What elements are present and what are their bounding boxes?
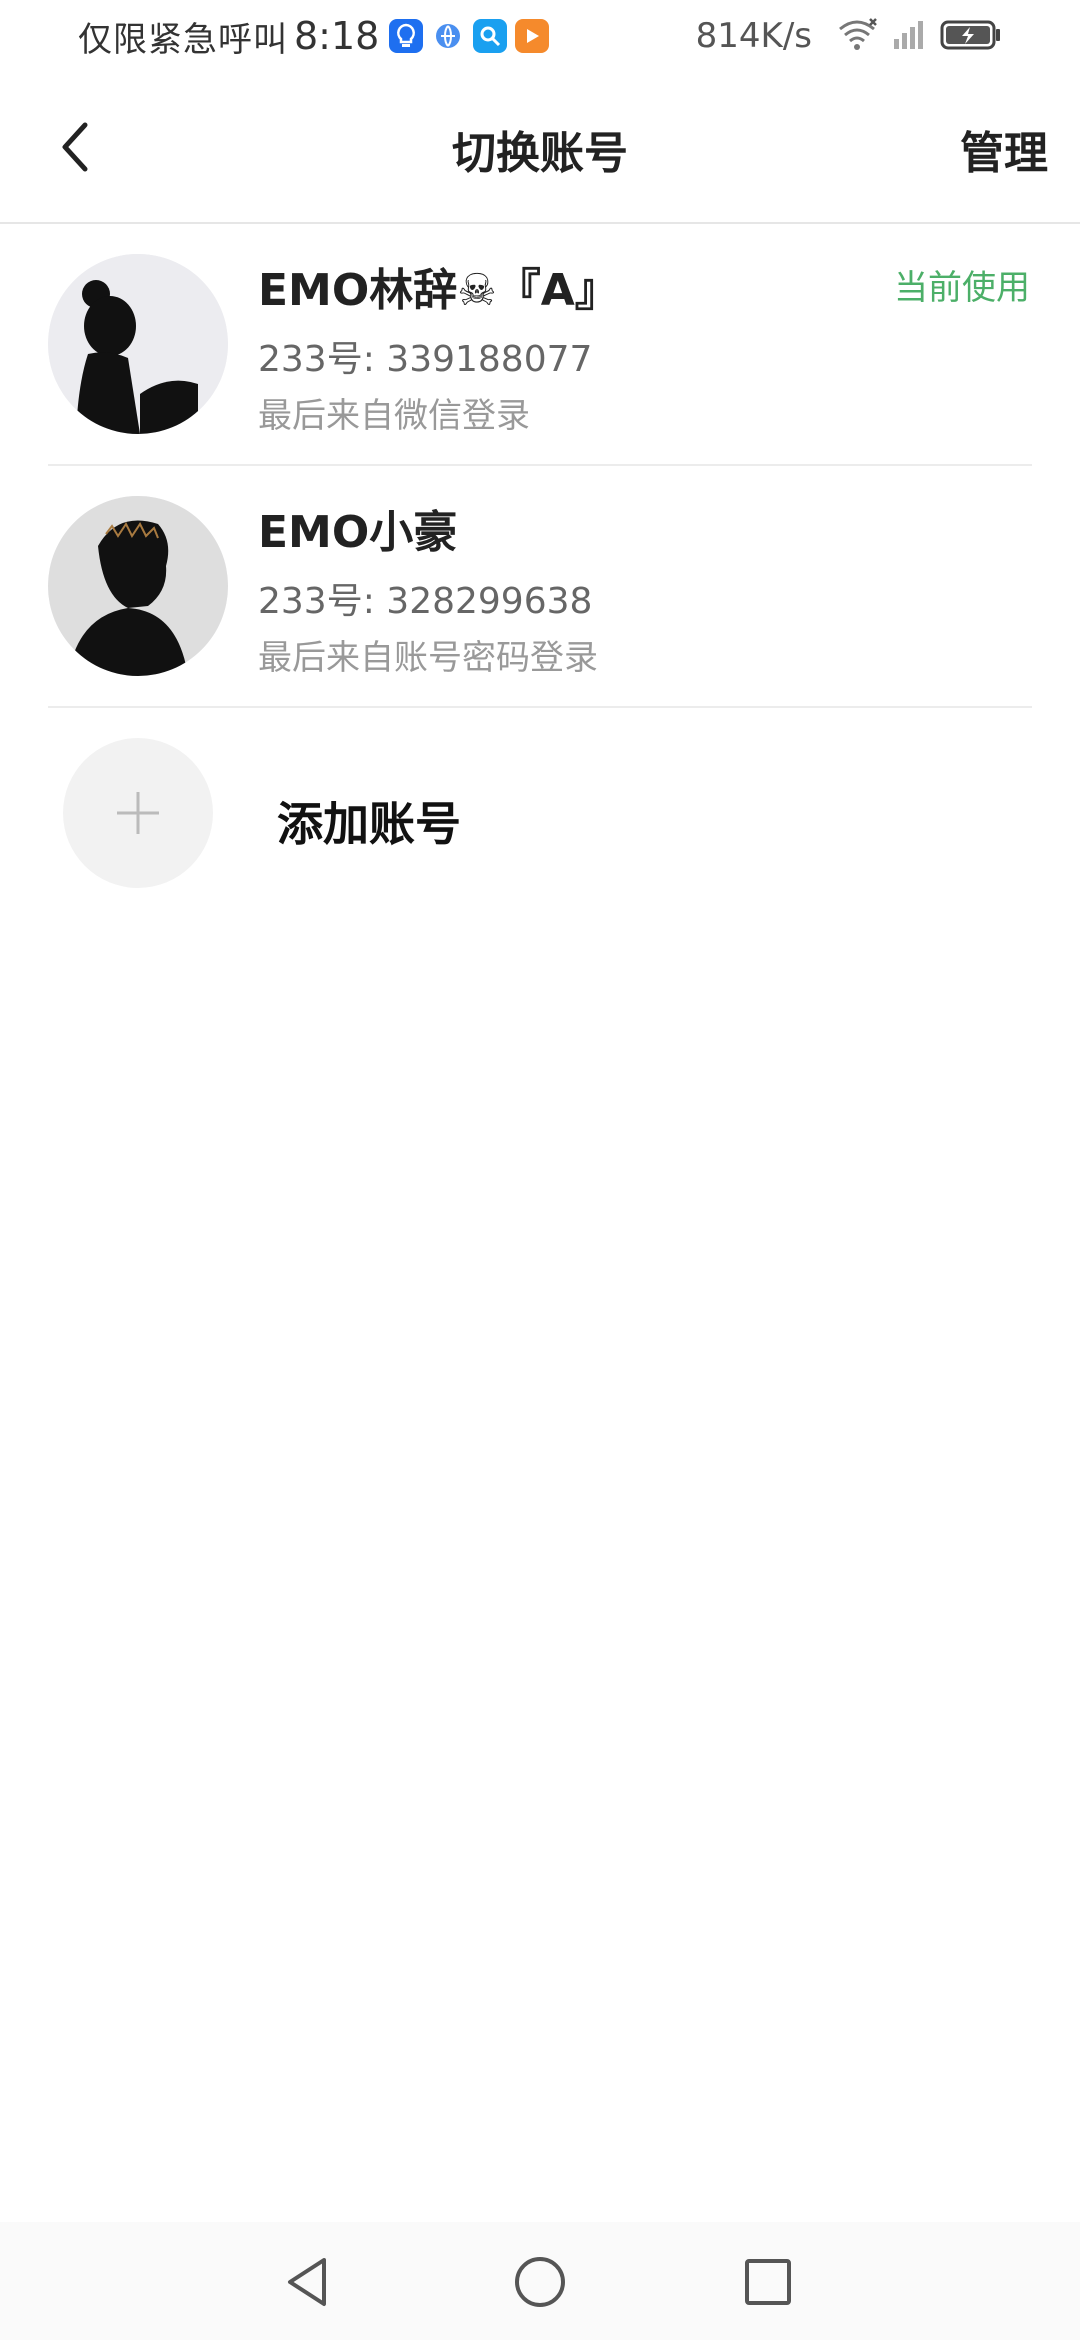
add-account-label: 添加账号 xyxy=(277,797,461,851)
account-login-method: 最后来自微信登录 xyxy=(258,396,530,436)
battery-icon xyxy=(940,17,1002,55)
video-app-icon xyxy=(515,19,550,53)
recents-square-icon xyxy=(745,2259,791,2305)
signal-icon xyxy=(892,17,926,55)
carrier-text: 仅限紧急呼叫 xyxy=(78,19,288,60)
nav-recents-button[interactable] xyxy=(728,2242,808,2322)
back-triangle-icon xyxy=(288,2258,326,2306)
account-list: EMO林辞☠『A』 233号: 339188077 最后来自微信登录 当前使用 … xyxy=(0,224,1080,908)
home-circle-icon xyxy=(515,2257,565,2307)
system-nav-bar xyxy=(0,2222,1080,2340)
manage-button[interactable]: 管理 xyxy=(960,117,1048,181)
add-account-circle xyxy=(63,738,213,888)
switch-account-screen: 仅限紧急呼叫 8:18 814K/s 切换账号 管理 EMO林辞☠『A』 233… xyxy=(0,0,1080,2340)
account-name: EMO林辞☠『A』 xyxy=(258,265,619,316)
status-left: 仅限紧急呼叫 8:18 xyxy=(78,12,550,60)
browser-app-icon xyxy=(431,19,465,53)
notification-icons xyxy=(389,19,550,53)
add-account-button[interactable]: 添加账号 xyxy=(48,708,1032,908)
app-bar: 切换账号 管理 xyxy=(0,72,1080,224)
clock: 8:18 xyxy=(294,14,380,58)
bulb-app-icon xyxy=(389,19,424,53)
nav-home-button[interactable] xyxy=(500,2242,580,2322)
current-use-badge: 当前使用 xyxy=(894,268,1030,308)
net-speed-text: 814K/s xyxy=(695,16,812,56)
account-id: 233号: 328299638 xyxy=(258,581,593,622)
account-id: 233号: 339188077 xyxy=(258,339,593,380)
page-title: 切换账号 xyxy=(452,128,628,179)
wifi-icon xyxy=(836,17,878,55)
search-app-icon xyxy=(473,19,508,53)
account-item[interactable]: EMO小豪 233号: 328299638 最后来自账号密码登录 xyxy=(48,466,1032,708)
account-item-current[interactable]: EMO林辞☠『A』 233号: 339188077 最后来自微信登录 当前使用 xyxy=(48,224,1032,466)
plus-icon xyxy=(117,792,159,834)
account-name: EMO小豪 xyxy=(258,507,458,558)
silhouette-boy-avatar xyxy=(48,496,228,676)
silhouette-girl-avatar xyxy=(48,254,228,434)
account-login-method: 最后来自账号密码登录 xyxy=(258,638,598,678)
status-right: 814K/s xyxy=(696,12,1002,60)
status-bar: 仅限紧急呼叫 8:18 814K/s xyxy=(0,0,1080,72)
nav-back-button[interactable] xyxy=(268,2242,348,2322)
